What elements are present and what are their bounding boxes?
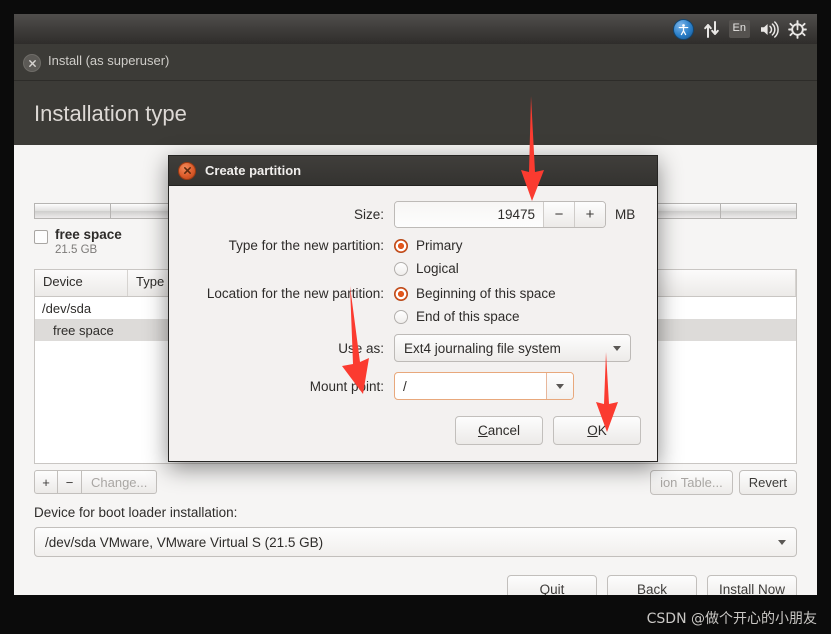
radio-location-beginning[interactable]: Beginning of this space [394, 286, 556, 301]
type-row-primary: Type for the new partition: Primary [169, 238, 657, 253]
size-input[interactable]: 19475 [395, 202, 543, 227]
type-row-logical: Logical [169, 261, 657, 276]
dialog-title: Create partition [205, 163, 302, 178]
bootloader-device-value: /dev/sda VMware, VMware Virtual S (21.5 … [45, 534, 324, 550]
create-partition-dialog: Create partition Size: 19475 − + MB Type… [168, 155, 658, 462]
watermark: CSDN @做个开心的小朋友 [646, 611, 817, 627]
desktop-background: En Install (as superuser) Installation t… [0, 0, 831, 634]
system-menu-icon[interactable] [788, 18, 807, 40]
navigation-buttons: Quit Back Install Now [507, 575, 797, 595]
gear-power-glyph [788, 19, 807, 39]
installer-header: Installation type [14, 81, 817, 146]
mount-point-row: Mount point: / [169, 372, 657, 400]
radio-location-end-label: End of this space [416, 309, 520, 324]
mount-point-combo[interactable]: / [394, 372, 574, 400]
add-partition-button[interactable]: + [34, 470, 58, 494]
revert-button[interactable]: Revert [738, 470, 797, 495]
use-as-label: Use as: [338, 340, 384, 356]
table-cell-device: /dev/sda [42, 300, 92, 316]
close-glyph [183, 167, 191, 174]
speaker-glyph [761, 20, 779, 38]
create-partition-form: Size: 19475 − + MB Type for the new part… [169, 185, 657, 410]
keyboard-layout-indicator[interactable]: En [728, 18, 750, 40]
partition-legend: free space 21.5 GB [34, 227, 122, 258]
legend-size: 21.5 GB [55, 244, 98, 256]
change-partition-button[interactable]: Change... [82, 470, 158, 494]
dialog-close-icon[interactable] [178, 161, 196, 180]
back-button[interactable]: Back [607, 575, 697, 595]
partition-bar-segment [721, 204, 796, 218]
radio-type-primary-label: Primary [416, 238, 463, 253]
location-row-beginning: Location for the new partition: Beginnin… [169, 286, 657, 301]
bootloader-device-select[interactable]: /dev/sda VMware, VMware Virtual S (21.5 … [34, 527, 797, 557]
legend-color-swatch [34, 230, 48, 244]
close-glyph [28, 59, 36, 67]
mount-point-input[interactable]: / [403, 379, 407, 394]
radio-unselected-icon [394, 309, 408, 324]
accessibility-icon[interactable] [672, 18, 694, 40]
chevron-down-icon [778, 539, 786, 545]
keyboard-layout-label: En [728, 20, 750, 38]
legend-name: free space [55, 227, 122, 242]
unity-top-panel: En [14, 14, 817, 45]
radio-unselected-icon [394, 261, 408, 276]
dialog-titlebar: Create partition [169, 156, 657, 186]
table-cell-device: free space [53, 322, 114, 338]
radio-selected-icon [394, 238, 408, 253]
volume-icon[interactable] [759, 18, 779, 40]
ok-button-mnemonic: O [587, 423, 598, 438]
network-arrows-glyph [703, 20, 719, 38]
partition-toolbar: + − Change... [34, 470, 158, 494]
window-close-icon[interactable] [23, 54, 41, 72]
location-row-end: End of this space [169, 309, 657, 324]
quit-button[interactable]: Quit [507, 575, 597, 595]
chevron-down-icon [604, 345, 630, 351]
radio-type-logical-label: Logical [416, 261, 459, 276]
size-row: Size: 19475 − + MB [169, 201, 657, 228]
partition-table-actions: ion Table... Revert [650, 470, 797, 495]
ok-button[interactable]: OK [553, 416, 641, 445]
radio-location-beginning-label: Beginning of this space [416, 286, 556, 301]
dialog-buttons: Cancel OK [455, 416, 641, 445]
use-as-value: Ext4 journaling file system [404, 340, 561, 356]
radio-type-primary[interactable]: Primary [394, 238, 463, 253]
radio-type-logical[interactable]: Logical [394, 261, 459, 276]
size-stepper[interactable]: 19475 − + [394, 201, 606, 228]
network-icon[interactable] [703, 18, 720, 40]
install-now-button[interactable]: Install Now [707, 575, 797, 595]
installer-window-title: Install (as superuser) [48, 53, 170, 68]
size-decrement-button[interactable]: − [543, 202, 574, 227]
partition-location-label: Location for the new partition: [206, 286, 384, 301]
page-title: Installation type [34, 100, 187, 126]
ok-button-label: K [597, 423, 607, 438]
size-label: Size: [353, 207, 384, 222]
radio-location-end[interactable]: End of this space [394, 309, 520, 324]
use-as-row: Use as: Ext4 journaling file system [169, 334, 657, 362]
bootloader-label: Device for boot loader installation: [34, 505, 238, 520]
partition-bar-segment [35, 204, 112, 218]
chevron-down-icon[interactable] [546, 373, 573, 399]
mount-point-label: Mount point: [309, 378, 384, 394]
cancel-button-label: ancel [487, 423, 521, 438]
size-unit-label: MB [615, 207, 636, 222]
use-as-select[interactable]: Ext4 journaling file system [394, 334, 631, 362]
installer-titlebar: Install (as superuser) [14, 44, 817, 81]
size-increment-button[interactable]: + [574, 202, 605, 227]
column-header-device[interactable]: Device [35, 270, 128, 296]
radio-selected-icon [394, 286, 408, 301]
partition-type-label: Type for the new partition: [228, 238, 384, 253]
system-tray: En [672, 18, 817, 40]
new-partition-table-button[interactable]: ion Table... [650, 470, 733, 495]
cancel-button-mnemonic: C [477, 423, 488, 438]
remove-partition-button[interactable]: − [58, 470, 82, 494]
cancel-button[interactable]: Cancel [455, 416, 543, 445]
accessibility-glyph [678, 23, 688, 35]
